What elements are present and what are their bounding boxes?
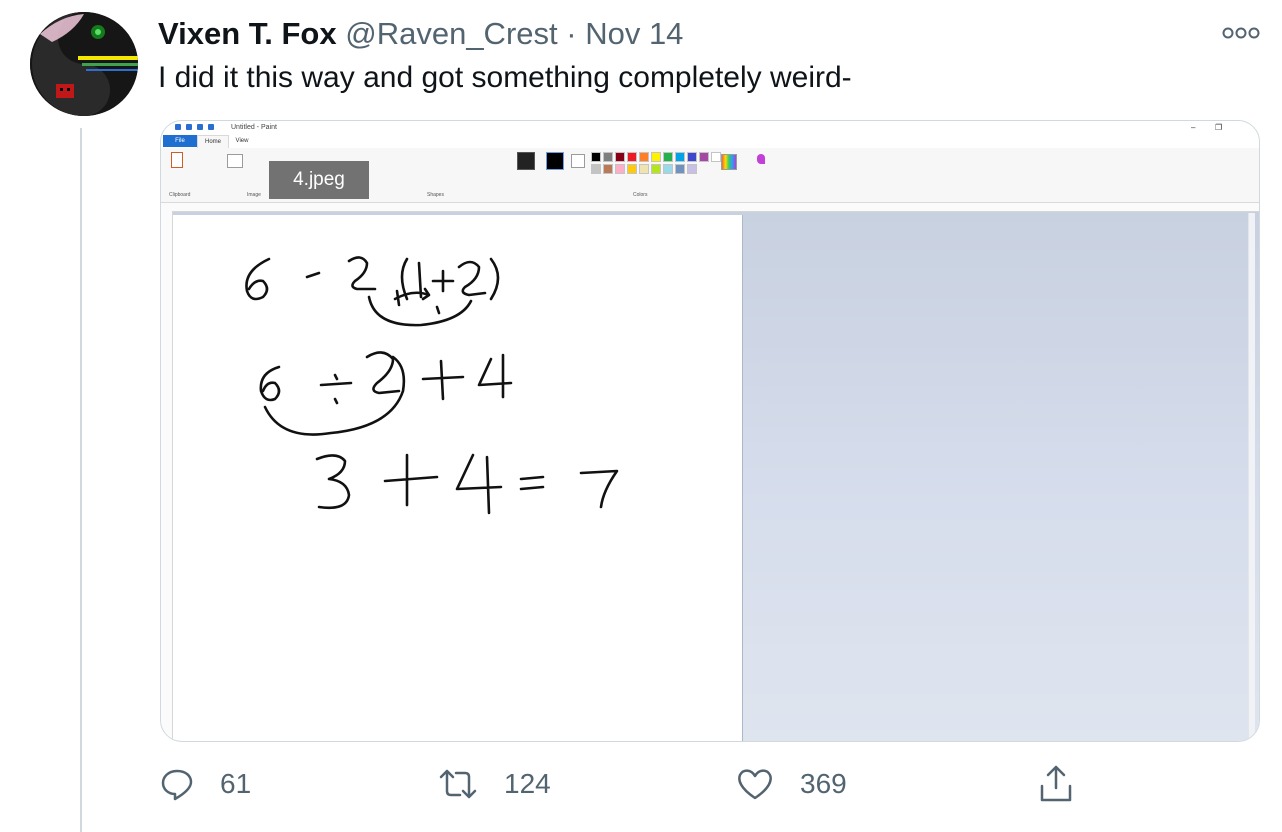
share-icon[interactable] [1036,764,1076,804]
minimize-icon[interactable]: – [1191,121,1195,134]
horizontal-ruler [161,203,1259,212]
color-1-swatch[interactable] [546,152,564,170]
paint-window-title: Untitled - Paint [231,124,277,131]
thread-line [80,128,82,832]
vertical-scrollbar[interactable] [1248,213,1255,740]
tab-file[interactable]: File [163,135,197,147]
palette-swatch[interactable] [603,164,613,174]
select-icon[interactable] [227,154,243,168]
color-palette [591,152,721,174]
share-action[interactable] [1036,762,1076,806]
tweet-text: I did it this way and got something comp… [158,61,852,94]
palette-swatch[interactable] [663,164,673,174]
palette-swatch[interactable] [603,152,613,162]
palette-swatch[interactable] [627,164,637,174]
retweet-count: 124 [504,768,551,799]
restore-icon[interactable]: ❐ [1215,121,1222,134]
line-width-icon[interactable] [517,152,535,170]
palette-swatch[interactable] [615,164,625,174]
palette-swatch[interactable] [639,164,649,174]
quick-access-icons [175,124,214,130]
more-options-icon[interactable] [1220,22,1264,42]
like-count: 369 [800,768,847,799]
reply-action[interactable]: 61 [160,762,251,806]
vertical-ruler [161,211,173,741]
palette-swatch[interactable] [591,152,601,162]
palette-swatch[interactable] [615,152,625,162]
retweet-icon[interactable] [438,769,478,799]
palette-swatch[interactable] [687,164,697,174]
ribbon-group-image: Image [247,192,261,198]
paste-icon[interactable] [171,152,183,168]
ribbon-group-clipboard: Clipboard [169,192,191,198]
retweet-action[interactable]: 124 [438,762,551,806]
paint-tabs: File Home View [161,134,1259,148]
reply-icon[interactable] [160,767,194,801]
palette-swatch[interactable] [675,152,685,162]
palette-swatch[interactable] [651,164,661,174]
tab-view[interactable]: View [229,135,255,147]
tweet-media-image[interactable]: Untitled - Paint – ❐ File Home View Clip… [160,120,1260,742]
reply-count: 61 [220,768,252,799]
author-name[interactable]: Vixen T. Fox [158,16,337,51]
ribbon-group-shapes: Shapes [427,192,444,198]
palette-swatch[interactable] [675,164,685,174]
yin-yang-avatar-icon [30,12,138,116]
paint-3d-icon[interactable] [757,154,765,164]
paint-titlebar: Untitled - Paint – ❐ [161,121,1259,134]
color-2-swatch[interactable] [571,154,585,168]
palette-swatch[interactable] [711,152,721,162]
header-separator: · [566,16,577,51]
palette-swatch[interactable] [651,152,661,162]
ribbon-group-colors: Colors [633,192,648,198]
paint-canvas[interactable] [173,215,742,741]
palette-swatch[interactable] [627,152,637,162]
palette-swatch[interactable] [591,164,601,174]
author-handle[interactable]: @Raven_Crest [345,16,557,51]
palette-swatch[interactable] [699,152,709,162]
palette-swatch[interactable] [639,152,649,162]
palette-swatch[interactable] [663,152,673,162]
like-action[interactable]: 369 [736,762,847,806]
author-avatar[interactable] [30,12,138,116]
palette-swatch[interactable] [687,152,697,162]
tab-home[interactable]: Home [197,135,229,148]
tweet-header: Vixen T. Fox @Raven_Crest · Nov 14 [158,14,683,54]
tweet-date[interactable]: Nov 14 [585,16,683,51]
image-filename-label: 4.jpeg [269,161,369,199]
heart-icon[interactable] [736,767,774,801]
edit-colors-icon[interactable] [721,154,737,170]
